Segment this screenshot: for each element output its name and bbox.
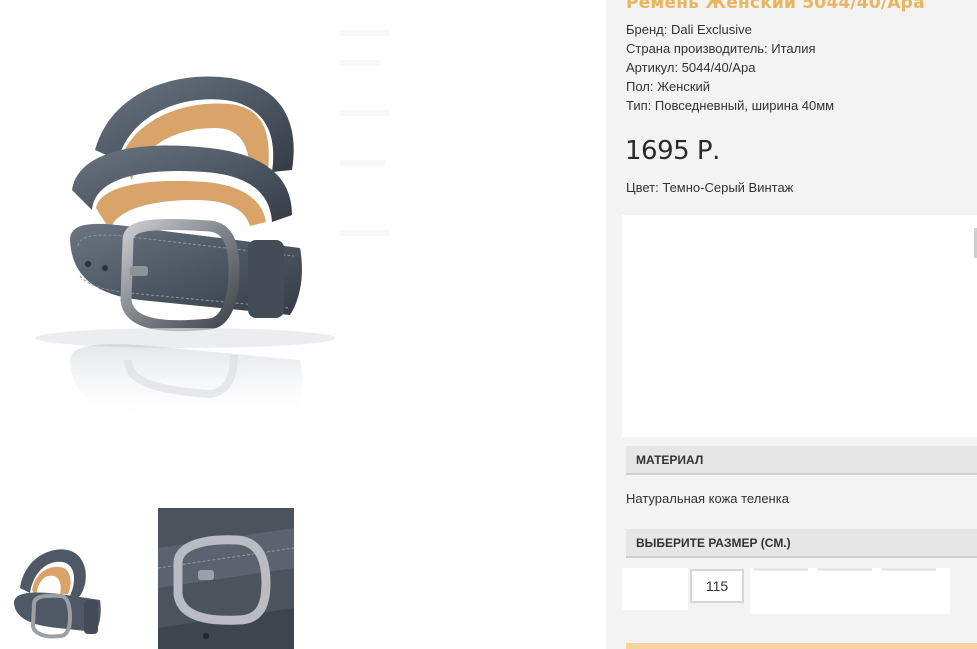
size-option-faint[interactable] [882,568,936,571]
spec-country: Страна производитель: Италия [626,41,816,56]
product-page: Ремень Женский 5044/40/Ара Бренд: Dali E… [0,0,977,649]
main-product-image[interactable] [0,0,400,480]
material-value: Натуральная кожа теленка [626,491,789,506]
spec-type: Тип: Повседневный, ширина 40мм [626,98,835,113]
spec-gender: Пол: Женский [626,79,711,94]
product-info-panel: Ремень Женский 5044/40/Ара Бренд: Dali E… [606,0,977,649]
size-section-header[interactable]: ВЫБЕРИТЕ РАЗМЕР (СМ.) [626,529,977,558]
size-option-faint[interactable] [818,568,872,571]
size-option-button[interactable]: 115 [690,569,744,603]
content-placeholder [622,215,977,437]
material-section-header[interactable]: МАТЕРИАЛ [626,446,977,475]
buckle-closeup-image [158,508,294,649]
add-to-cart-button[interactable] [626,643,977,649]
product-color: Цвет: Темно-Серый Винтаж [626,180,794,195]
belt-thumb-image [0,508,140,649]
size-options-area [750,568,950,614]
thumbnail-full-belt[interactable] [0,508,140,649]
size-option-empty [622,568,688,610]
spec-sku: Артикул: 5044/40/Ара [626,60,756,75]
thumbnail-buckle-closeup[interactable] [158,508,294,649]
product-price: 1695 Р. [625,136,720,166]
product-gallery [0,0,606,649]
size-option-faint[interactable] [754,568,808,571]
spec-brand: Бренд: Dali Exclusive [626,22,752,37]
product-title: Ремень Женский 5044/40/Ара [626,0,925,13]
